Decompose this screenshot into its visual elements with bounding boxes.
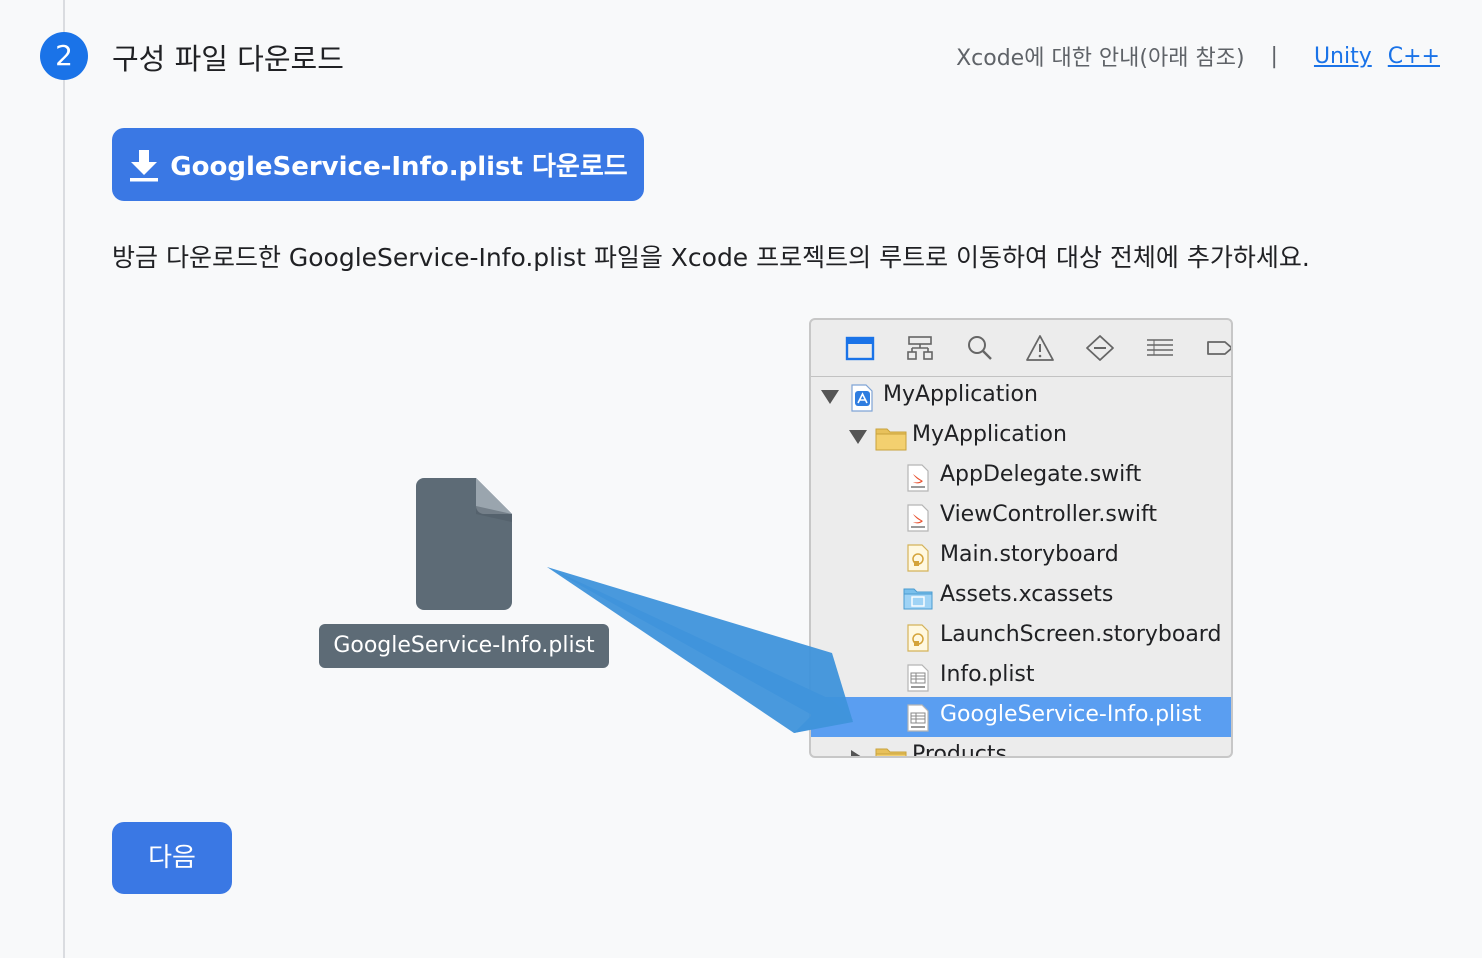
download-button-label: GoogleService-Info.plist 다운로드 bbox=[170, 152, 628, 182]
tree-row-label: LaunchScreen.storyboard bbox=[940, 622, 1222, 647]
tree-row-label: Assets.xcassets bbox=[940, 582, 1114, 607]
storyboard-icon bbox=[907, 544, 929, 572]
tree-row-label: GoogleService-Info.plist bbox=[940, 702, 1202, 727]
tree-row-group[interactable]: MyApplication bbox=[811, 417, 1231, 457]
warning-icon[interactable] bbox=[1025, 334, 1055, 362]
breakpoint-icon[interactable] bbox=[1205, 334, 1233, 362]
tree-row-file[interactable]: Assets.xcassets bbox=[811, 577, 1231, 617]
tree-row-label: Main.storyboard bbox=[940, 542, 1119, 567]
tree-row-group[interactable]: Products bbox=[811, 737, 1231, 758]
disclosure-open-icon[interactable] bbox=[821, 390, 839, 404]
navigator-toolbar bbox=[811, 320, 1231, 377]
step-timeline-line bbox=[63, 0, 65, 958]
hierarchy-icon[interactable] bbox=[905, 334, 935, 362]
plist-file-label: GoogleService-Info.plist bbox=[319, 624, 609, 668]
tree-row-file[interactable]: Main.storyboard bbox=[811, 537, 1231, 577]
tree-row-label: ViewController.swift bbox=[940, 502, 1157, 527]
plist-icon bbox=[907, 664, 929, 692]
header-links: Xcode에 대한 안내(아래 참조) | Unity C++ bbox=[956, 40, 1440, 72]
project-icon bbox=[851, 384, 873, 412]
xcode-project-navigator: MyApplication MyApplication AppDelegate.… bbox=[809, 318, 1233, 758]
tree-row-file[interactable]: LaunchScreen.storyboard bbox=[811, 617, 1231, 657]
next-button[interactable]: 다음 bbox=[112, 822, 232, 894]
instruction-text: 방금 다운로드한 GoogleService-Info.plist 파일을 Xc… bbox=[112, 243, 1310, 272]
tree-row-file[interactable]: ViewController.swift bbox=[811, 497, 1231, 537]
tree-row-file-selected[interactable]: GoogleService-Info.plist bbox=[811, 697, 1231, 737]
search-icon[interactable] bbox=[965, 334, 995, 362]
plist-file-graphic-icon bbox=[416, 478, 512, 610]
folder-icon[interactable] bbox=[845, 334, 875, 362]
disclosure-closed-icon[interactable] bbox=[851, 750, 865, 758]
step-title: 구성 파일 다운로드 bbox=[112, 42, 344, 76]
tree-row-label: MyApplication bbox=[912, 422, 1067, 447]
tree-row-label: AppDelegate.swift bbox=[940, 462, 1142, 487]
test-diamond-icon[interactable] bbox=[1085, 334, 1115, 362]
folder-icon bbox=[875, 748, 907, 756]
assets-folder-icon bbox=[903, 588, 933, 610]
unity-link[interactable]: Unity bbox=[1314, 44, 1372, 69]
tree-row-file[interactable]: AppDelegate.swift bbox=[811, 457, 1231, 497]
swift-file-icon bbox=[907, 464, 929, 492]
cpp-link[interactable]: C++ bbox=[1388, 44, 1440, 69]
folder-icon bbox=[875, 428, 907, 451]
storyboard-icon bbox=[907, 624, 929, 652]
tree-row-label: Products bbox=[912, 742, 1007, 758]
step-number-badge: 2 bbox=[40, 32, 88, 80]
plist-icon bbox=[907, 704, 929, 732]
tree-row-project[interactable]: MyApplication bbox=[811, 377, 1231, 417]
download-icon bbox=[130, 149, 159, 181]
xcode-guide-text: Xcode에 대한 안내(아래 참조) bbox=[956, 46, 1245, 71]
swift-file-icon bbox=[907, 504, 929, 532]
disclosure-open-icon[interactable] bbox=[849, 430, 867, 444]
download-plist-button[interactable]: GoogleService-Info.plist 다운로드 bbox=[112, 128, 644, 201]
list-icon[interactable] bbox=[1145, 334, 1175, 362]
tree-row-label: MyApplication bbox=[883, 382, 1038, 407]
tree-row-label: Info.plist bbox=[940, 662, 1035, 687]
link-separator: | bbox=[1270, 43, 1278, 69]
tree-row-file[interactable]: Info.plist bbox=[811, 657, 1231, 697]
